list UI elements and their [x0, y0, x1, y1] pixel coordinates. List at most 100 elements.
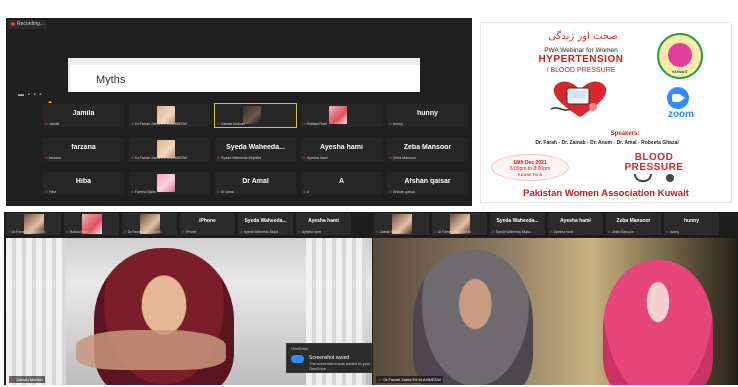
participant-label-text: Jamila — [49, 122, 60, 126]
mic-muted-icon: ⊘ — [131, 190, 135, 194]
strip-participant-label: ⊘Dr.Farrah Zahid Ed M... — [124, 230, 163, 234]
strip-participant-label: ⊘Ayesha hami — [298, 230, 321, 234]
participant-tile[interactable]: ⊘Zainab Mohsin — [214, 103, 297, 128]
participant-video-thumb — [157, 174, 175, 192]
strip-participant-label-text: Ayesha hami — [553, 230, 574, 234]
strip-participant-tile[interactable]: hunny ⊘hunny — [664, 213, 720, 235]
participant-tile[interactable]: A ⊘A — [300, 171, 383, 196]
view-controls[interactable]: ▬ ▪ ▪ ▪ — [18, 92, 42, 98]
participant-label-text: Zeba Mansoor — [393, 156, 417, 160]
strip-participant-tile[interactable]: ⊘Dr.Farrah Zahid Ed M... — [6, 213, 62, 235]
stethoscope-icon — [634, 174, 674, 182]
poster-urdu-title: صحت اور زندگی — [548, 31, 618, 42]
participant-label: ⊘Afshan qaisar — [389, 190, 415, 194]
recording-label: Recording... — [17, 21, 44, 27]
video-name-text: Dr.Farrah Zahid Ed M.AHMEDW — [383, 377, 442, 382]
strip-participant-tile[interactable]: Syeda Waheeda... ⊘Syeda Waheeda Mujta... — [238, 213, 294, 235]
mic-muted-icon: ⊘ — [217, 190, 221, 194]
mic-muted-icon: ⊘ — [45, 190, 49, 194]
mic-muted-icon: ⊘ — [217, 156, 221, 160]
mic-muted-icon: ⊘ — [492, 230, 495, 234]
video-name-label: ⊘ Zainab Mohsin — [9, 376, 45, 383]
mic-muted-icon: ⊘ — [298, 230, 301, 234]
participant-label-text: Ayesha hami — [307, 156, 328, 160]
strip-participant-label-text: Ayesha hami — [301, 230, 322, 234]
video-tile-right[interactable]: ⊘ Dr.Farrah Zahid Ed M.AHMEDW — [373, 238, 736, 385]
strip-participant-label: ⊘Rabiad Rabi — [66, 230, 89, 234]
participant-tile[interactable]: Ayesha hami ⊘Ayesha hami — [300, 137, 383, 162]
participant-figure-1 — [413, 250, 533, 385]
shared-slide: Myths — [68, 58, 420, 92]
record-dot-icon — [11, 21, 15, 26]
participant-name: Zeba Mansoor — [403, 144, 452, 151]
participant-tile[interactable]: Syeda Waheeda... ⊘Syeda Waheeda Mujtaba — [214, 137, 297, 162]
strip-participant-tile[interactable]: Ayesha hami ⊘Ayesha hami — [548, 213, 604, 235]
strip-participant-label: ⊘Dr.Farrah Zahid Ed M... — [8, 230, 47, 234]
participant-label-text: Dr.Farrah Zahid Ed M.AHMEDW — [135, 156, 187, 160]
participant-label: ⊘Dr.Farrah Zahid Ed M.AHMEDW — [131, 122, 187, 126]
mic-muted-icon: ⊘ — [608, 230, 611, 234]
strip-participant-label-text: iPhone — [185, 230, 197, 234]
participant-name: Dr Amal — [242, 178, 269, 185]
participant-label: ⊘Jamila — [45, 122, 59, 126]
strip-participant-label: ⊘iPhone — [182, 230, 196, 234]
curtain-left — [6, 238, 66, 385]
strip-participant-label: ⊘Syeda Waheeda Mujta... — [492, 230, 533, 234]
toast-app-name: OneDrive — [291, 346, 308, 351]
participant-tile[interactable]: Jamila ⊘Jamila — [42, 103, 125, 128]
strip-participant-tile[interactable]: ⊘Zainab Mohsin — [374, 213, 430, 235]
participant-tile[interactable]: farzana ⊘farzana — [42, 137, 125, 162]
participant-video-thumb — [243, 106, 261, 124]
participant-grid: Jamila ⊘Jamila ⊘Dr.Farrah Zahid Ed M.AHMED… — [42, 103, 472, 204]
strip-participant-label-text: Dr.Farrah Zahid Ed M... — [437, 230, 474, 234]
mic-muted-icon: ⊘ — [45, 122, 49, 126]
participant-label-text: farzana — [49, 156, 62, 160]
strip-participant-label-text: Syeda Waheeda Mujta... — [243, 230, 281, 234]
participant-label: ⊘A — [303, 190, 309, 194]
strip-participant-tile[interactable]: ⊘Dr.Farrah Zahid Ed M... — [122, 213, 178, 235]
strip-participant-name: hunny — [684, 218, 699, 224]
strip-participant-tile[interactable]: Syeda Waheeda... ⊘Syeda Waheeda Mujta... — [490, 213, 546, 235]
participant-tile[interactable]: ⊘Dr.Farrah Zahid Ed M.AHMEDW — [128, 137, 211, 162]
participant-tile[interactable]: ⊘Fareha Naim — [128, 171, 211, 196]
mic-muted-icon: ⊘ — [550, 230, 553, 234]
strip-participant-tile[interactable]: Zeba Mansoor ⊘Zeba Mansoor — [606, 213, 662, 235]
blood-pressure-art: BLOOD PRESSURE — [609, 153, 699, 182]
mic-muted-icon: ⊘ — [303, 190, 307, 194]
mic-muted-icon: ⊘ — [389, 122, 393, 126]
speakers-label: Speakers: — [610, 131, 640, 137]
strip-participant-name: Ayesha hami — [308, 218, 339, 224]
slide-title: Myths — [96, 74, 126, 86]
participant-label-text: Dr.Farrah Zahid Ed M.AHMEDW — [135, 122, 187, 126]
camera-shape — [672, 94, 681, 102]
participant-tile[interactable]: Hiba ⊘Hiba — [42, 171, 125, 196]
mic-muted-icon: ⊘ — [124, 230, 127, 234]
strip-participant-name: iPhone — [199, 218, 216, 224]
mic-muted-icon: ⊘ — [303, 122, 307, 126]
strip-participant-tile[interactable]: iPhone ⊘iPhone — [180, 213, 236, 235]
mic-muted-icon: ⊘ — [131, 156, 135, 160]
event-timezone: Kuwait Time — [517, 172, 543, 177]
participant-figure-2 — [603, 260, 713, 385]
participant-tile[interactable]: Zeba Mansoor ⊘Zeba Mansoor — [386, 137, 469, 162]
participant-name: A — [338, 178, 345, 185]
participant-label-text: Syeda Waheeda Mujtaba — [221, 156, 262, 160]
strip-participant-tile[interactable]: Ayesha hami ⊘Ayesha hami — [296, 213, 352, 235]
heart-bp-monitor-icon — [550, 81, 607, 117]
participant-name: Ayesha hami — [320, 144, 363, 151]
participant-tile[interactable]: hunny ⊘hunny — [386, 103, 469, 128]
participant-label: ⊘Dr.Farrah Zahid Ed M.AHMEDW — [131, 156, 187, 160]
participant-tile[interactable]: Afshan qaisar ⊘Afshan qaisar — [386, 171, 469, 196]
participant-tile[interactable]: Dr Amal ⊘Dr Amal — [214, 171, 297, 196]
recording-indicator[interactable]: Recording... — [8, 20, 47, 29]
participant-tile[interactable]: ⊘Dr.Farrah Zahid Ed M.AHMEDW — [128, 103, 211, 128]
participant-tile[interactable]: ⊘Rabiad Rabi — [300, 103, 383, 128]
onedrive-toast[interactable]: OneDrive Screenshot saved The screenshot… — [286, 343, 372, 373]
mic-muted-icon: ⊘ — [378, 377, 382, 382]
mic-muted-icon: ⊘ — [11, 377, 15, 382]
strip-participant-tile[interactable]: ⊘Rabiad Rabi — [64, 213, 120, 235]
speakers-list: Dr. Farah - Dr. Zainab - Dr. Anum - Dr. … — [535, 140, 679, 146]
participant-label-text: hunny — [393, 122, 403, 126]
mic-muted-icon: ⊘ — [131, 122, 135, 126]
strip-participant-tile[interactable]: ⊘Dr.Farrah Zahid Ed M... — [432, 213, 488, 235]
